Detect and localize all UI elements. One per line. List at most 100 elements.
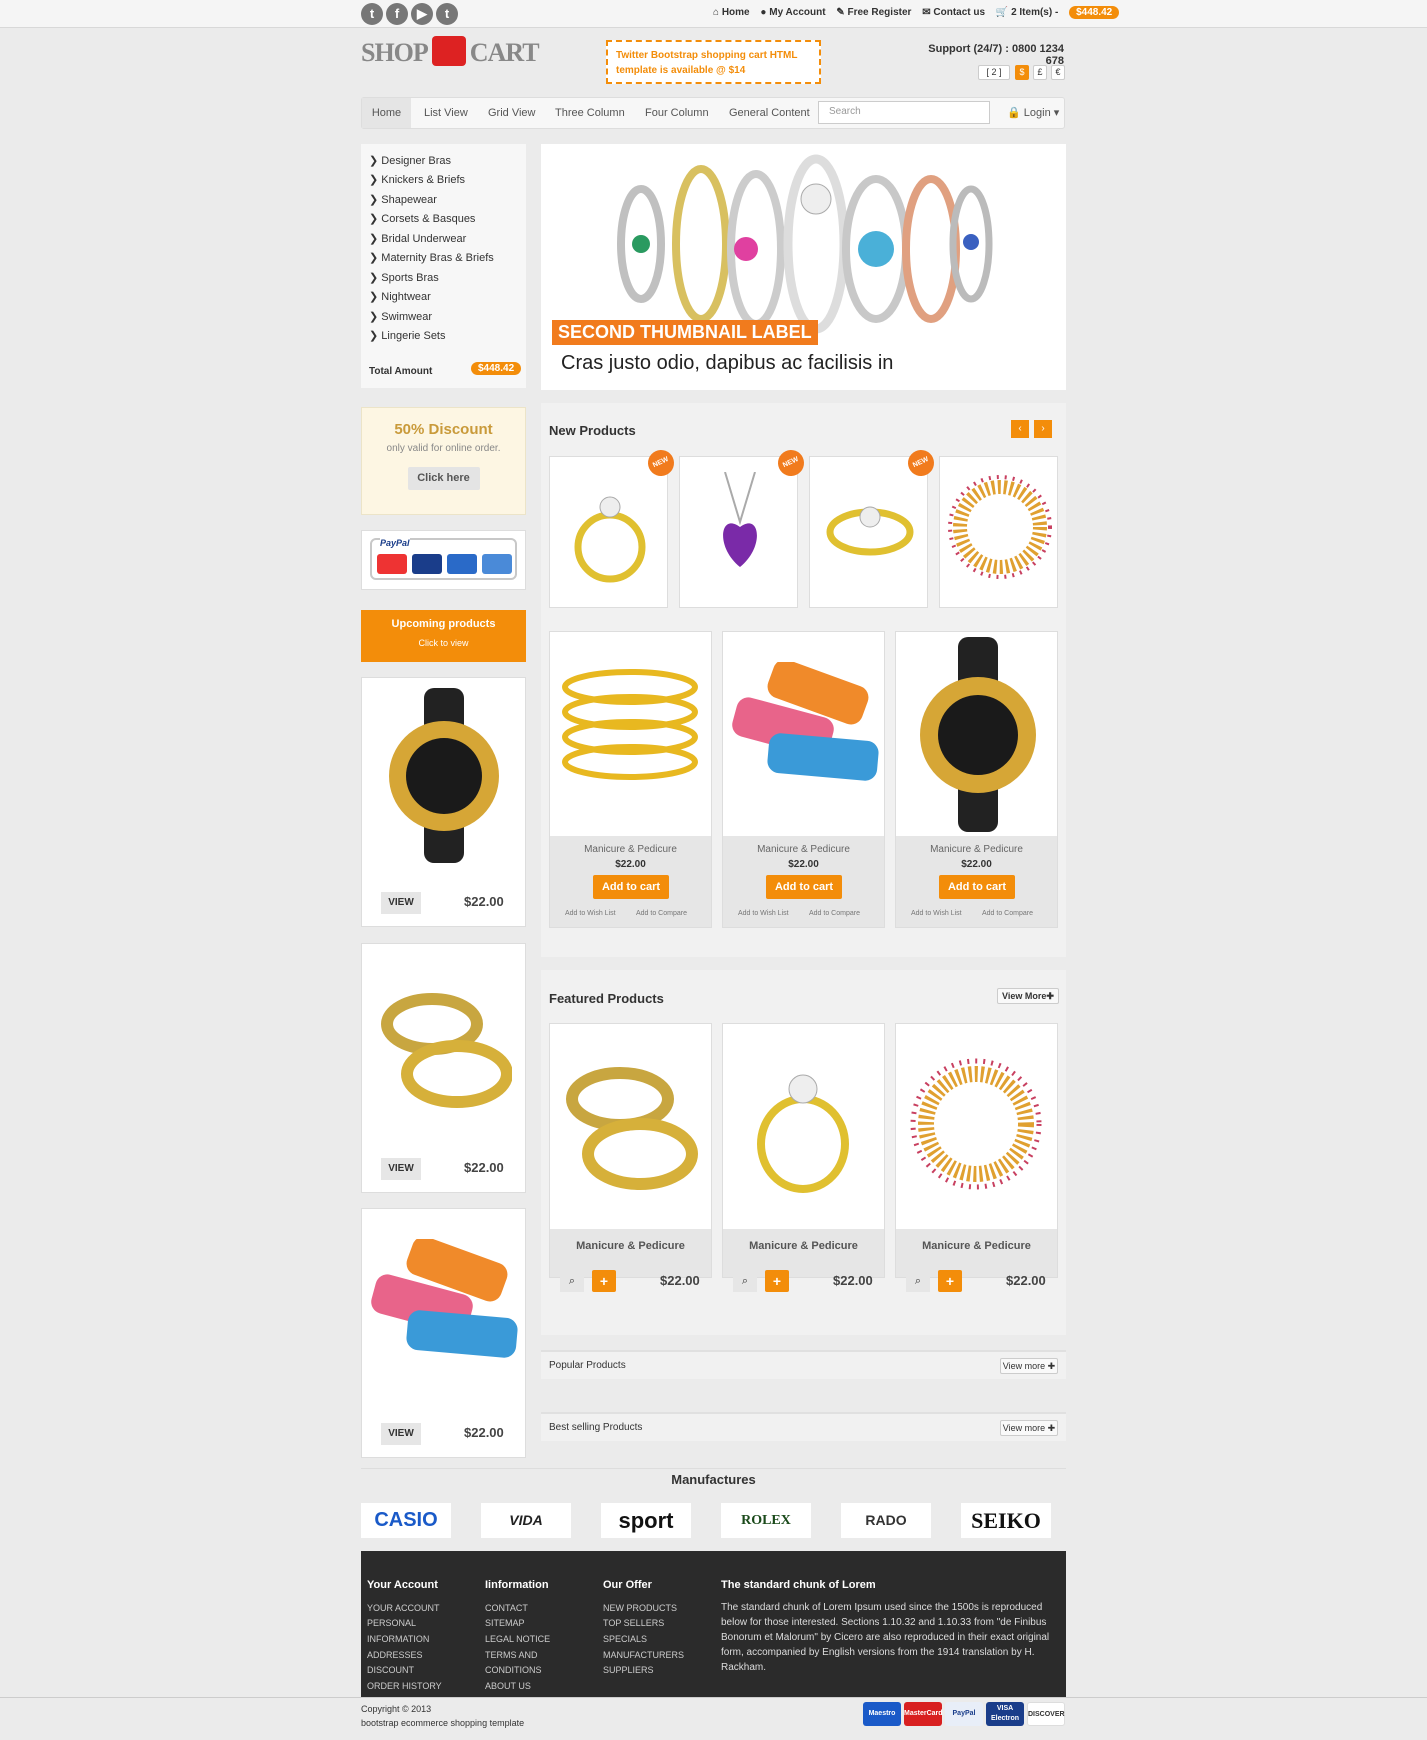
popular-view-more-button[interactable]: View more ✚ [1000,1358,1058,1374]
brand-rado[interactable]: RADO [841,1503,931,1538]
prev-arrow-icon[interactable]: ‹ [1011,420,1029,438]
category-item[interactable]: ❯ Nightwear [369,290,431,303]
zoom-icon[interactable]: ⌕ [906,1270,930,1292]
nav-three-column[interactable]: Three Column [555,98,625,128]
add-to-cart-button[interactable]: Add to cart [593,875,669,899]
footer-link[interactable]: CONTACT [485,1603,528,1613]
footer-link[interactable]: ORDER HISTORY [367,1681,442,1691]
footer-link[interactable]: ABOUT US [485,1681,531,1691]
category-item[interactable]: ❯ Designer Bras [369,154,451,167]
add-icon[interactable]: + [938,1270,962,1292]
login-dropdown[interactable]: 🔒 Login ▾ [1007,98,1059,128]
youtube-icon[interactable]: ▶ [411,3,433,25]
view-button[interactable]: VIEW [381,1158,421,1180]
twitter-icon[interactable]: t [361,3,383,25]
add-to-wishlist-link[interactable]: Add to Wish List [565,910,616,917]
popular-title[interactable]: Popular Products [549,1360,626,1371]
brand-sport[interactable]: sport [601,1503,691,1538]
new-product-thumb[interactable] [549,456,668,608]
footer-link[interactable]: SUPPLIERS [603,1665,654,1675]
nav-list-view[interactable]: List View [424,98,468,128]
add-to-compare-link[interactable]: Add to Compare [809,910,860,917]
my-account-link[interactable]: ● My Account [760,7,825,18]
brand-casio[interactable]: CASIO [361,1503,451,1538]
upcoming-products-button[interactable]: Upcoming products Click to view [361,610,526,662]
view-button[interactable]: VIEW [381,1423,421,1445]
footer-link[interactable]: PERSONAL [367,1618,416,1628]
featured-name[interactable]: Manicure & Pedicure [550,1240,711,1252]
category-item[interactable]: ❯ Knickers & Briefs [369,173,465,186]
footer-link[interactable]: TERMS AND [485,1650,538,1660]
cart-total-badge[interactable]: $448.42 [1069,6,1120,19]
add-to-cart-button[interactable]: Add to cart [766,875,842,899]
footer-link[interactable]: TOP SELLERS [603,1618,664,1628]
nav-general-content[interactable]: General Content [729,98,810,128]
brand-vida[interactable]: VIDA [481,1503,571,1538]
footer-link[interactable]: SITEMAP [485,1618,525,1628]
footer-link[interactable]: YOUR ACCOUNT [367,1603,440,1613]
footer-link[interactable]: CONDITIONS [485,1665,542,1675]
new-product-thumb[interactable] [939,456,1058,608]
category-item[interactable]: ❯ Bridal Underwear [369,232,466,245]
home-link[interactable]: ⌂ Home [713,7,750,18]
add-icon[interactable]: + [592,1270,616,1292]
new-product-thumb[interactable] [679,456,798,608]
new-product-thumb[interactable] [809,456,928,608]
side-product: VIEW $22.00 [361,943,526,1193]
brand-rolex[interactable]: ROLEX [721,1503,811,1538]
add-to-cart-button[interactable]: Add to cart [939,875,1015,899]
category-item[interactable]: ❯ Lingerie Sets [369,329,446,342]
featured-card: Manicure & Pedicure ⌕ + $22.00 [549,1023,712,1292]
footer-link[interactable]: SPECIALS [603,1634,647,1644]
add-to-compare-link[interactable]: Add to Compare [982,910,1033,917]
upcoming-sub: Click to view [418,638,469,648]
side-product: VIEW $22.00 [361,677,526,927]
add-icon[interactable]: + [765,1270,789,1292]
footer-link[interactable]: MANUFACTURERS [603,1650,684,1660]
category-item[interactable]: ❯ Swimwear [369,310,432,323]
click-here-button[interactable]: Click here [407,467,480,490]
promo-banner[interactable]: Twitter Bootstrap shopping cart HTML temp… [606,40,821,84]
footer-link[interactable]: DISCOUNT [367,1665,414,1675]
add-to-wishlist-link[interactable]: Add to Wish List [738,910,789,917]
mini-cart-button[interactable]: [ 2 ] [978,65,1010,80]
view-button[interactable]: VIEW [381,892,421,914]
category-item[interactable]: ❯ Sports Bras [369,271,439,284]
footer-link[interactable]: ADDRESSES [367,1650,423,1660]
logo[interactable]: SHOP CART [361,36,540,70]
category-item[interactable]: ❯ Shapewear [369,193,437,206]
currency-usd[interactable]: $ [1015,65,1029,80]
hero-carousel[interactable]: SECOND THUMBNAIL LABEL Cras justo odio, … [541,144,1066,390]
facebook-icon[interactable]: f [386,3,408,25]
currency-eur[interactable]: € [1051,65,1065,80]
search-input[interactable]: Search [818,101,990,124]
footer-link[interactable]: LEGAL NOTICE [485,1634,550,1644]
zoom-icon[interactable]: ⌕ [733,1270,757,1292]
footer-link[interactable]: NEW PRODUCTS [603,1603,677,1613]
brand-seiko[interactable]: SEIKO [961,1503,1051,1538]
category-item[interactable]: ❯ Corsets & Basques [369,212,475,225]
product-name[interactable]: Manicure & Pedicure [896,844,1057,855]
footer-offer-title: Our Offer [603,1579,652,1591]
zoom-icon[interactable]: ⌕ [560,1270,584,1292]
footer-link[interactable]: INFORMATION [367,1634,429,1644]
product-name[interactable]: Manicure & Pedicure [723,844,884,855]
featured-name[interactable]: Manicure & Pedicure [896,1240,1057,1252]
category-item[interactable]: ❯ Maternity Bras & Briefs [369,251,494,264]
nav-home[interactable]: Home [362,98,411,128]
tumblr-icon[interactable]: t [436,3,458,25]
currency-gbp[interactable]: £ [1033,65,1047,80]
featured-name[interactable]: Manicure & Pedicure [723,1240,884,1252]
nav-four-column[interactable]: Four Column [645,98,709,128]
next-arrow-icon[interactable]: › [1034,420,1052,438]
view-more-button[interactable]: View More✚ [997,988,1059,1004]
best-selling-title[interactable]: Best selling Products [549,1422,642,1433]
product-name[interactable]: Manicure & Pedicure [550,844,711,855]
add-to-wishlist-link[interactable]: Add to Wish List [911,910,962,917]
best-selling-view-more-button[interactable]: View more ✚ [1000,1420,1058,1436]
contact-link[interactable]: ✉ Contact us [922,7,985,18]
nav-grid-view[interactable]: Grid View [488,98,535,128]
cart-link[interactable]: 🛒 2 Item(s) - [996,7,1058,18]
free-register-link[interactable]: ✎ Free Register [836,7,911,18]
add-to-compare-link[interactable]: Add to Compare [636,910,687,917]
